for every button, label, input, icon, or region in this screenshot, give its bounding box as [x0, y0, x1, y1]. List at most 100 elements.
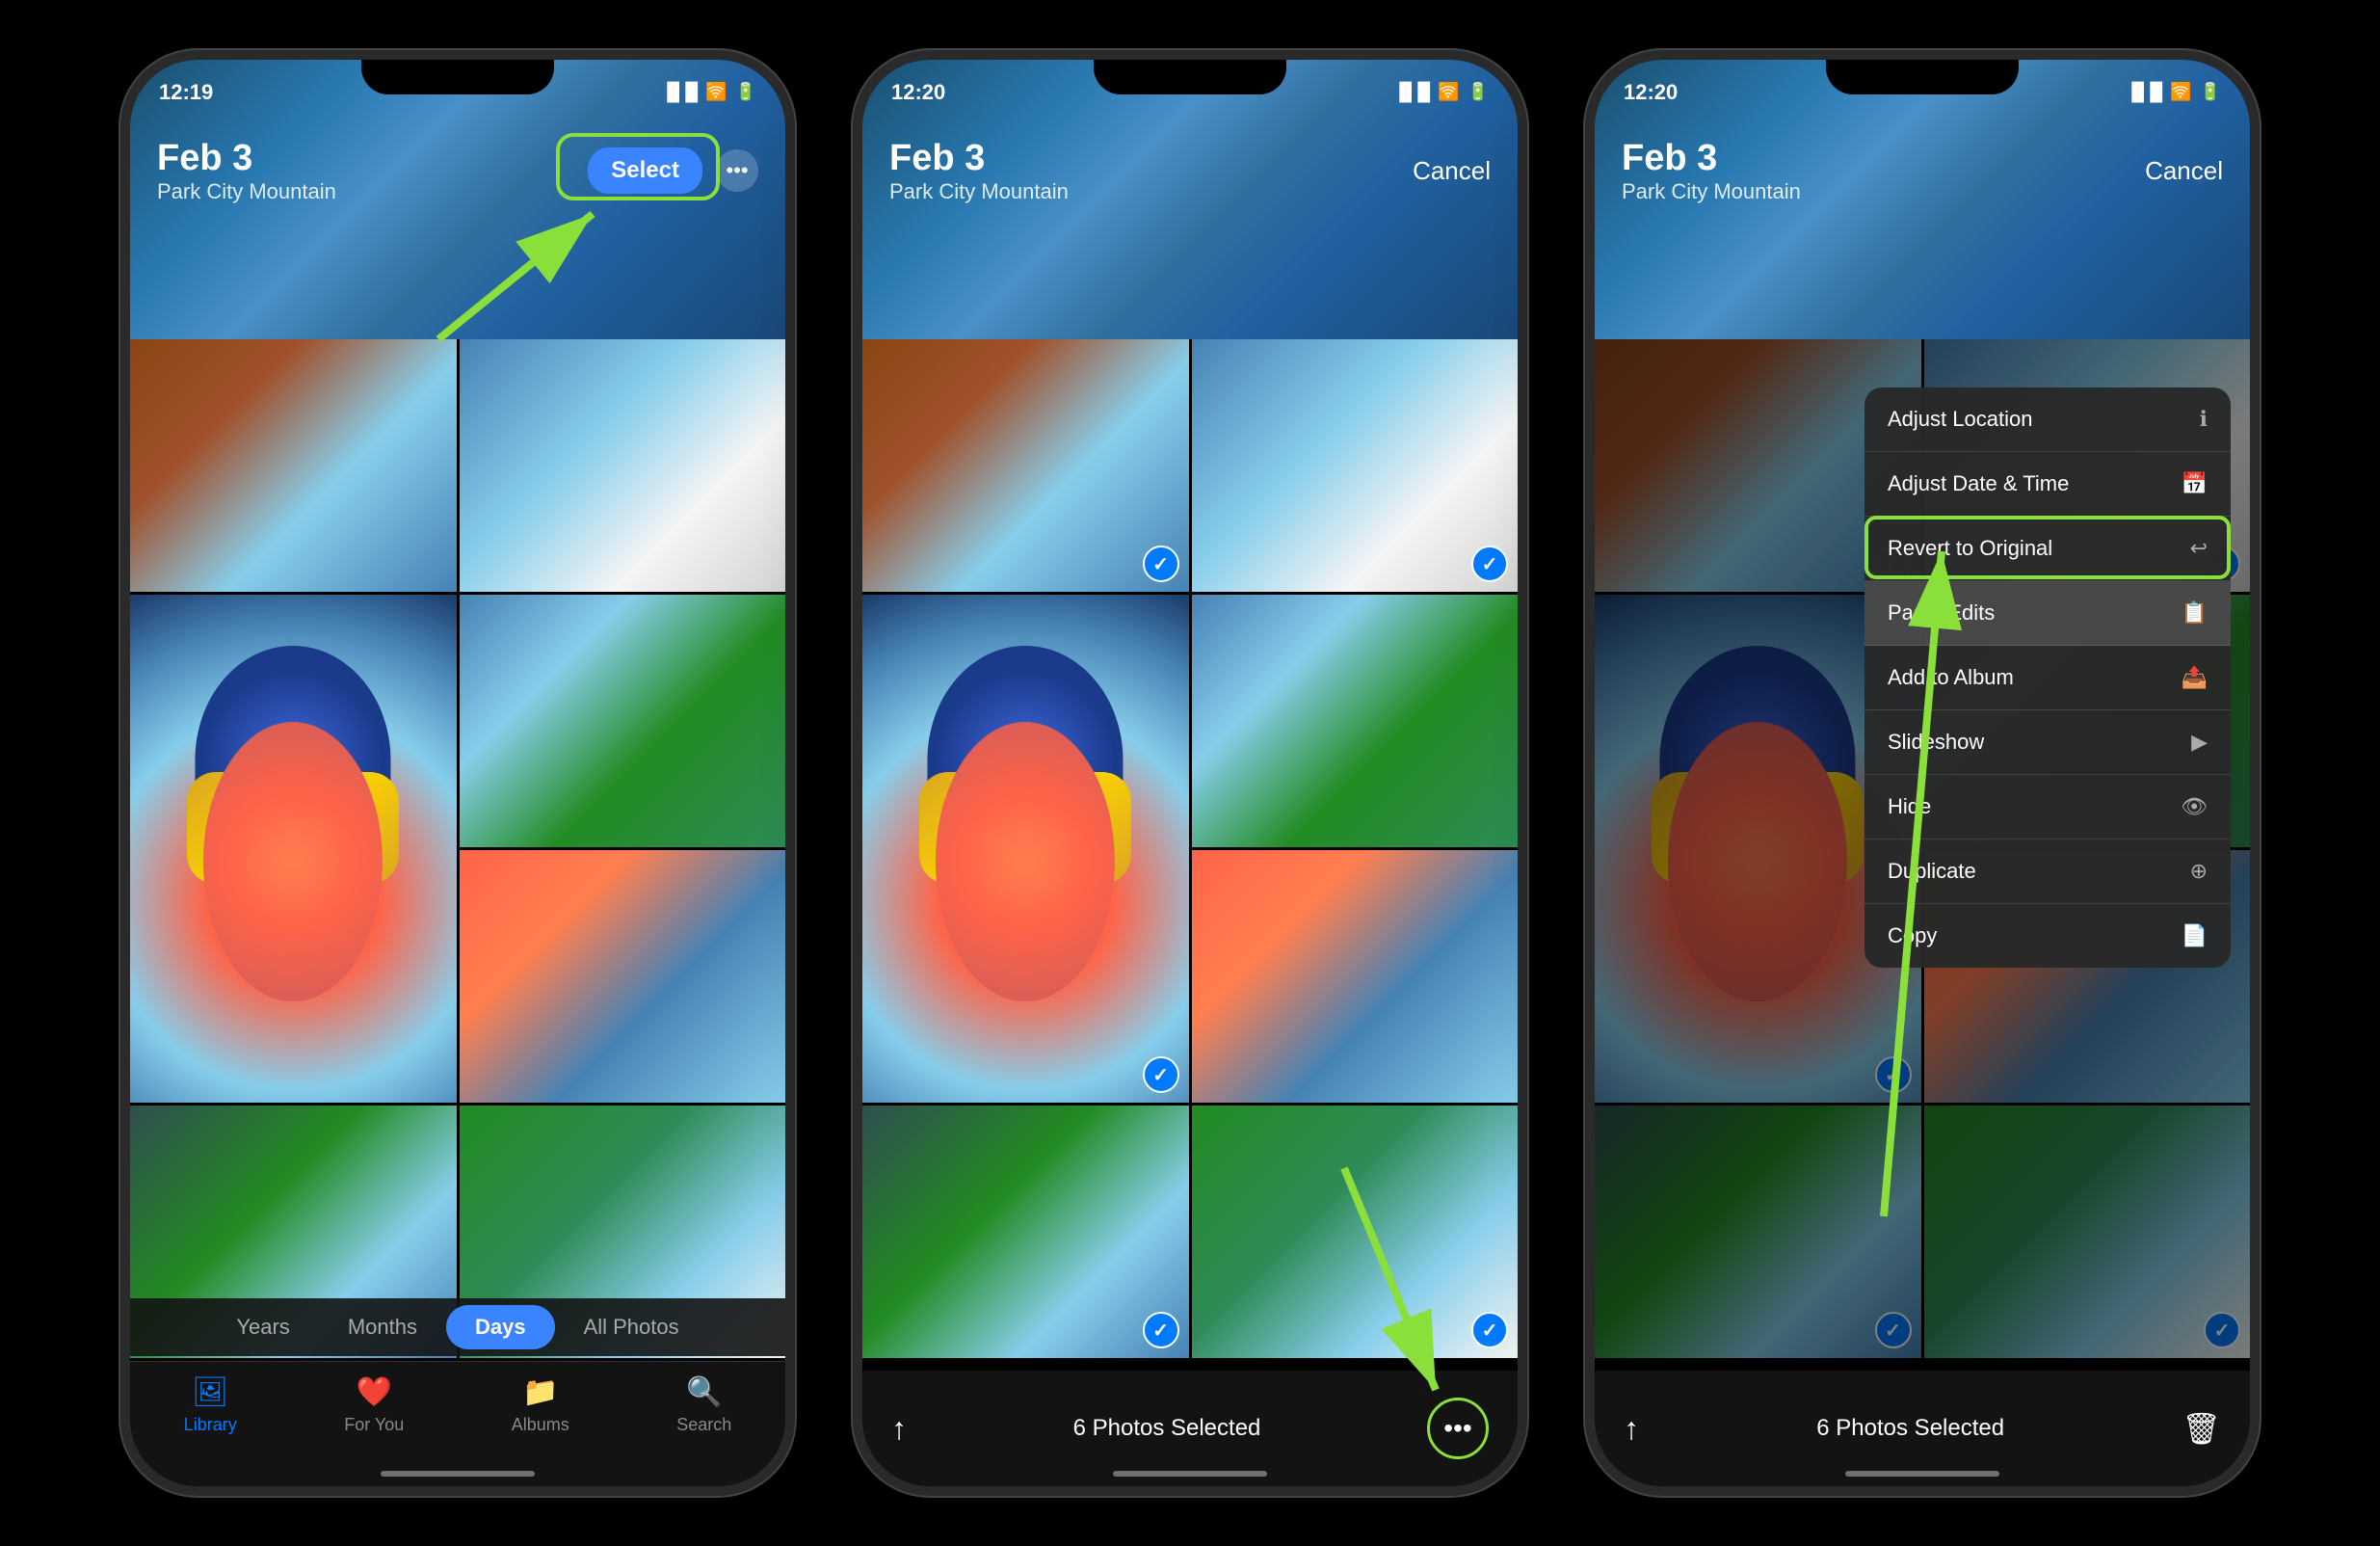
grid-photo-2-selfie[interactable]: ✓ — [862, 595, 1189, 1103]
photo-header-2: Feb 3 Park City Mountain Cancel — [862, 113, 1518, 228]
wifi-icon-2: 🛜 — [1438, 82, 1459, 102]
delete-icon-3[interactable]: 🗑 — [2182, 1410, 2221, 1447]
slideshow-label: Slideshow — [1888, 730, 1984, 755]
library-label-1: Library — [184, 1415, 237, 1435]
foryou-label-1: For You — [344, 1415, 404, 1435]
menu-hide[interactable]: Hide 👁 — [1864, 775, 2231, 840]
grid-photo-2-1[interactable]: ✓ — [862, 339, 1189, 592]
grid-photo-2-5[interactable]: ✓ — [862, 1106, 1189, 1358]
bottom-bar-1: 🖼 Library ❤️ For You 📁 Albums 🔍 Search — [130, 1361, 785, 1486]
cancel-button-3[interactable]: Cancel — [2145, 156, 2223, 186]
signal-icon-3: ▐▌█ — [2126, 82, 2162, 102]
selected-count-2: 6 Photos Selected — [1073, 1415, 1261, 1442]
notch-3 — [1826, 60, 2019, 94]
grid-photo-1-3[interactable] — [460, 595, 786, 847]
filter-months-1[interactable]: Months — [319, 1305, 446, 1349]
menu-adjust-location[interactable]: Adjust Location ℹ — [1864, 387, 2231, 452]
grid-photo-2-6[interactable]: ✓ — [1192, 1106, 1519, 1358]
wifi-icon-1: 🛜 — [705, 82, 727, 102]
action-bar-2: ↑ 6 Photos Selected ••• — [862, 1371, 1518, 1486]
check-3-6: ✓ — [2204, 1312, 2240, 1348]
grid-photo-1-1[interactable] — [130, 339, 457, 592]
photo-header-3: Feb 3 Park City Mountain Cancel — [1595, 113, 2250, 228]
photo-header-1: Feb 3 Park City Mountain Select ••• — [130, 113, 785, 228]
grid-photo-3-5[interactable]: ✓ — [1595, 1106, 1921, 1358]
adjust-datetime-label: Adjust Date & Time — [1888, 471, 2069, 496]
tab-albums-1[interactable]: 📁 Albums — [512, 1375, 569, 1435]
battery-icon-2: 🔋 — [1468, 82, 1489, 102]
filter-years-1[interactable]: Years — [207, 1305, 318, 1349]
hide-label: Hide — [1888, 794, 1931, 819]
revert-icon: ↩ — [2190, 536, 2208, 561]
grid-photo-1-4[interactable] — [460, 850, 786, 1103]
revert-label: Revert to Original — [1888, 536, 2052, 561]
add-album-icon: 📤 — [2182, 665, 2208, 690]
grid-photo-3-6[interactable]: ✓ — [1924, 1106, 2251, 1358]
check-6: ✓ — [1471, 1312, 1508, 1348]
location-1: Park City Mountain — [157, 179, 336, 204]
paste-edits-label: Paste Edits — [1888, 600, 1995, 626]
signal-icon-2: ▐▌█ — [1393, 82, 1430, 102]
check-3-5: ✓ — [1875, 1312, 1912, 1348]
date-title-1: Feb 3 — [157, 138, 336, 179]
context-menu-3: Adjust Location ℹ Adjust Date & Time 📅 R… — [1864, 387, 2231, 968]
signal-icon-1: ▐▌█ — [661, 82, 698, 102]
wifi-icon-3: 🛜 — [2170, 82, 2191, 102]
more-button-1[interactable]: ••• — [716, 149, 758, 192]
filter-days-1[interactable]: Days — [446, 1305, 555, 1349]
status-icons-2: ▐▌█ 🛜 🔋 — [1393, 82, 1489, 102]
select-button-1[interactable]: Select — [588, 147, 702, 194]
menu-add-album[interactable]: Add to Album 📤 — [1864, 646, 2231, 710]
more-circle-2[interactable]: ••• — [1427, 1398, 1489, 1459]
phone-1: 12:19 ▐▌█ 🛜 🔋 Feb 3 Park City Mountain S… — [120, 50, 795, 1496]
grid-photo-1-selfie[interactable] — [130, 595, 457, 1103]
status-icons-3: ▐▌█ 🛜 🔋 — [2126, 82, 2221, 102]
paste-edits-icon: 📋 — [2182, 600, 2208, 626]
adjust-datetime-icon: 📅 — [2182, 471, 2208, 496]
check-3-selfie: ✓ — [1875, 1056, 1912, 1093]
grid-photo-2-2[interactable]: ✓ — [1192, 339, 1519, 592]
menu-adjust-datetime[interactable]: Adjust Date & Time 📅 — [1864, 452, 2231, 517]
grid-photo-2-3[interactable] — [1192, 595, 1519, 847]
tab-library-1[interactable]: 🖼 Library — [184, 1375, 237, 1435]
header-title-block-2: Feb 3 Park City Mountain — [889, 138, 1069, 204]
menu-duplicate[interactable]: Duplicate ⊕ — [1864, 840, 2231, 904]
grid-photo-1-2[interactable] — [460, 339, 786, 592]
menu-slideshow[interactable]: Slideshow ▶ — [1864, 710, 2231, 775]
foryou-icon-1: ❤️ — [357, 1375, 392, 1409]
add-album-label: Add to Album — [1888, 665, 2014, 690]
adjust-location-icon: ℹ — [2200, 407, 2208, 432]
copy-label: Copy — [1888, 923, 1937, 948]
search-icon-1: 🔍 — [686, 1375, 722, 1409]
notch-2 — [1094, 60, 1286, 94]
header-buttons-1: Select ••• — [588, 147, 758, 194]
slideshow-icon: ▶ — [2191, 730, 2208, 755]
share-icon-3[interactable]: ↑ — [1624, 1411, 1639, 1447]
selected-count-3: 6 Photos Selected — [1816, 1415, 2004, 1442]
albums-label-1: Albums — [512, 1415, 569, 1435]
cancel-button-2[interactable]: Cancel — [1413, 156, 1491, 186]
time-1: 12:19 — [159, 80, 213, 105]
home-indicator-3 — [1845, 1471, 1999, 1477]
grid-photo-2-4[interactable] — [1192, 850, 1519, 1103]
photo-grid-2: ✓ ✓ ✓ ✓ — [862, 339, 1518, 1361]
tab-foryou-1[interactable]: ❤️ For You — [344, 1375, 404, 1435]
menu-revert[interactable]: Revert to Original ↩ — [1864, 517, 2231, 581]
location-2: Park City Mountain — [889, 179, 1069, 204]
battery-icon-3: 🔋 — [2200, 82, 2221, 102]
time-filter-bar-1: Years Months Days All Photos — [130, 1298, 785, 1356]
check-2: ✓ — [1471, 546, 1508, 582]
hide-icon: 👁 — [2181, 794, 2208, 819]
date-title-3: Feb 3 — [1622, 138, 1801, 179]
header-title-block-3: Feb 3 Park City Mountain — [1622, 138, 1801, 204]
menu-paste-edits[interactable]: Paste Edits 📋 — [1864, 581, 2231, 646]
copy-icon: 📄 — [2182, 923, 2208, 948]
date-title-2: Feb 3 — [889, 138, 1069, 179]
tab-search-1[interactable]: 🔍 Search — [676, 1375, 731, 1435]
share-icon-2[interactable]: ↑ — [891, 1411, 907, 1447]
notch-1 — [361, 60, 554, 94]
filter-allphotos-1[interactable]: All Photos — [555, 1305, 708, 1349]
library-icon-1: 🖼 — [192, 1375, 228, 1409]
menu-copy[interactable]: Copy 📄 — [1864, 904, 2231, 968]
status-icons-1: ▐▌█ 🛜 🔋 — [661, 82, 756, 102]
